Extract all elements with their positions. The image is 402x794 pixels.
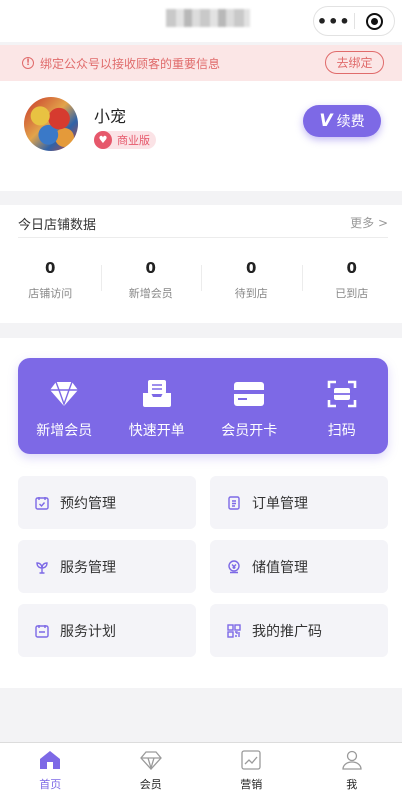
- stat-new-members[interactable]: 0 新增会员: [100, 257, 202, 305]
- card-icon: [233, 378, 265, 410]
- quick-actions: 新增会员 快速开单 会员开卡 扫码: [18, 358, 388, 454]
- renew-label: 续费: [336, 114, 365, 130]
- stat-store-visits[interactable]: 0 店铺访问: [0, 257, 101, 305]
- stat-value: 0: [145, 259, 156, 277]
- quick-action-label: 会员开卡: [221, 423, 278, 439]
- tab-label: 会员: [139, 778, 162, 791]
- bottom-tab-bar: 首页 会员 营销 我: [0, 742, 402, 794]
- stat-value: 0: [346, 259, 357, 277]
- more-link[interactable]: 更多 >: [350, 214, 388, 231]
- vip-heart-icon: ♥: [94, 131, 112, 149]
- more-icon[interactable]: •••: [314, 7, 354, 35]
- stats-title: 今日店铺数据: [18, 218, 97, 233]
- qr-code-icon: [226, 623, 242, 639]
- bind-notice: ! 绑定公众号以接收顾客的重要信息 去绑定: [0, 45, 402, 81]
- chart-icon: [240, 749, 262, 771]
- stat-arrived[interactable]: 0 已到店: [301, 257, 402, 305]
- menu-appointment-management[interactable]: 预约管理: [18, 476, 196, 529]
- tab-members[interactable]: 会员: [101, 743, 202, 794]
- menu-order-management[interactable]: 订单管理: [210, 476, 388, 529]
- tab-label: 我: [346, 778, 358, 791]
- quick-scan[interactable]: 扫码: [296, 358, 389, 454]
- today-store-data: 今日店铺数据 更多 > 0 店铺访问 0 新增会员 0 待到店 0 已到店: [0, 205, 402, 323]
- notice-text: 绑定公众号以接收顾客的重要信息: [40, 56, 221, 71]
- page-title: [166, 9, 250, 27]
- tab-label: 营销: [240, 778, 263, 791]
- target-icon: [365, 12, 383, 30]
- person-icon: [341, 749, 363, 771]
- diamond-icon: [48, 378, 80, 410]
- edition-label: 商业版: [117, 134, 150, 147]
- avatar[interactable]: [24, 97, 78, 151]
- quick-action-label: 快速开单: [128, 423, 185, 439]
- main-functions: 新增会员 快速开单 会员开卡 扫码 预约管理 订单管理 服务管理 储值管理 服务…: [0, 338, 402, 688]
- mini-program-capsule: •••: [313, 6, 395, 36]
- home-icon: [39, 749, 61, 771]
- calendar-icon: [34, 623, 50, 639]
- menu-label: 储值管理: [252, 559, 308, 576]
- quick-fast-order[interactable]: 快速开单: [111, 358, 204, 454]
- scan-icon: [326, 378, 358, 410]
- tab-marketing[interactable]: 营销: [201, 743, 302, 794]
- top-bar: •••: [0, 0, 402, 42]
- quick-member-card[interactable]: 会员开卡: [203, 358, 296, 454]
- store-profile: 小宠 ♥ 商业版 V 续费: [0, 81, 402, 191]
- quick-add-member[interactable]: 新增会员: [18, 358, 111, 454]
- tab-label: 首页: [39, 778, 62, 791]
- calendar-check-icon: [34, 495, 50, 511]
- stat-pending-arrival[interactable]: 0 待到店: [201, 257, 302, 305]
- inbox-icon: [141, 378, 173, 410]
- coin-icon: [226, 559, 242, 575]
- stats-row: 0 店铺访问 0 新增会员 0 待到店 0 已到店: [0, 257, 402, 305]
- diamond-outline-icon: [139, 749, 162, 771]
- edition-badge: ♥ 商业版: [94, 131, 156, 149]
- renew-button[interactable]: V 续费: [303, 105, 381, 137]
- stat-value: 0: [45, 259, 56, 277]
- menu-label: 预约管理: [60, 495, 116, 512]
- close-mini-program-button[interactable]: [354, 7, 394, 35]
- service-flower-icon: [34, 559, 50, 575]
- stat-label: 新增会员: [128, 287, 173, 300]
- quick-action-label: 新增会员: [36, 423, 93, 439]
- bind-button[interactable]: 去绑定: [325, 51, 384, 74]
- menu-label: 服务计划: [60, 623, 116, 640]
- stat-label: 店铺访问: [28, 287, 73, 300]
- info-icon: !: [22, 57, 34, 69]
- stat-label: 已到店: [335, 287, 369, 300]
- quick-action-label: 扫码: [327, 423, 356, 439]
- menu-stored-value-management[interactable]: 储值管理: [210, 540, 388, 593]
- stats-header: 今日店铺数据 更多 >: [18, 205, 388, 238]
- tab-me[interactable]: 我: [302, 743, 402, 794]
- menu-service-management[interactable]: 服务管理: [18, 540, 196, 593]
- stat-value: 0: [246, 259, 257, 277]
- document-list-icon: [226, 495, 242, 511]
- menu-promotion-code[interactable]: 我的推广码: [210, 604, 388, 657]
- menu-label: 我的推广码: [252, 623, 322, 640]
- stat-label: 待到店: [234, 287, 268, 300]
- menu-service-plan[interactable]: 服务计划: [18, 604, 196, 657]
- menu-label: 订单管理: [252, 495, 308, 512]
- menu-label: 服务管理: [60, 559, 116, 576]
- store-name: 小宠: [94, 107, 127, 126]
- tab-home[interactable]: 首页: [0, 743, 101, 794]
- v-icon: V: [319, 111, 333, 131]
